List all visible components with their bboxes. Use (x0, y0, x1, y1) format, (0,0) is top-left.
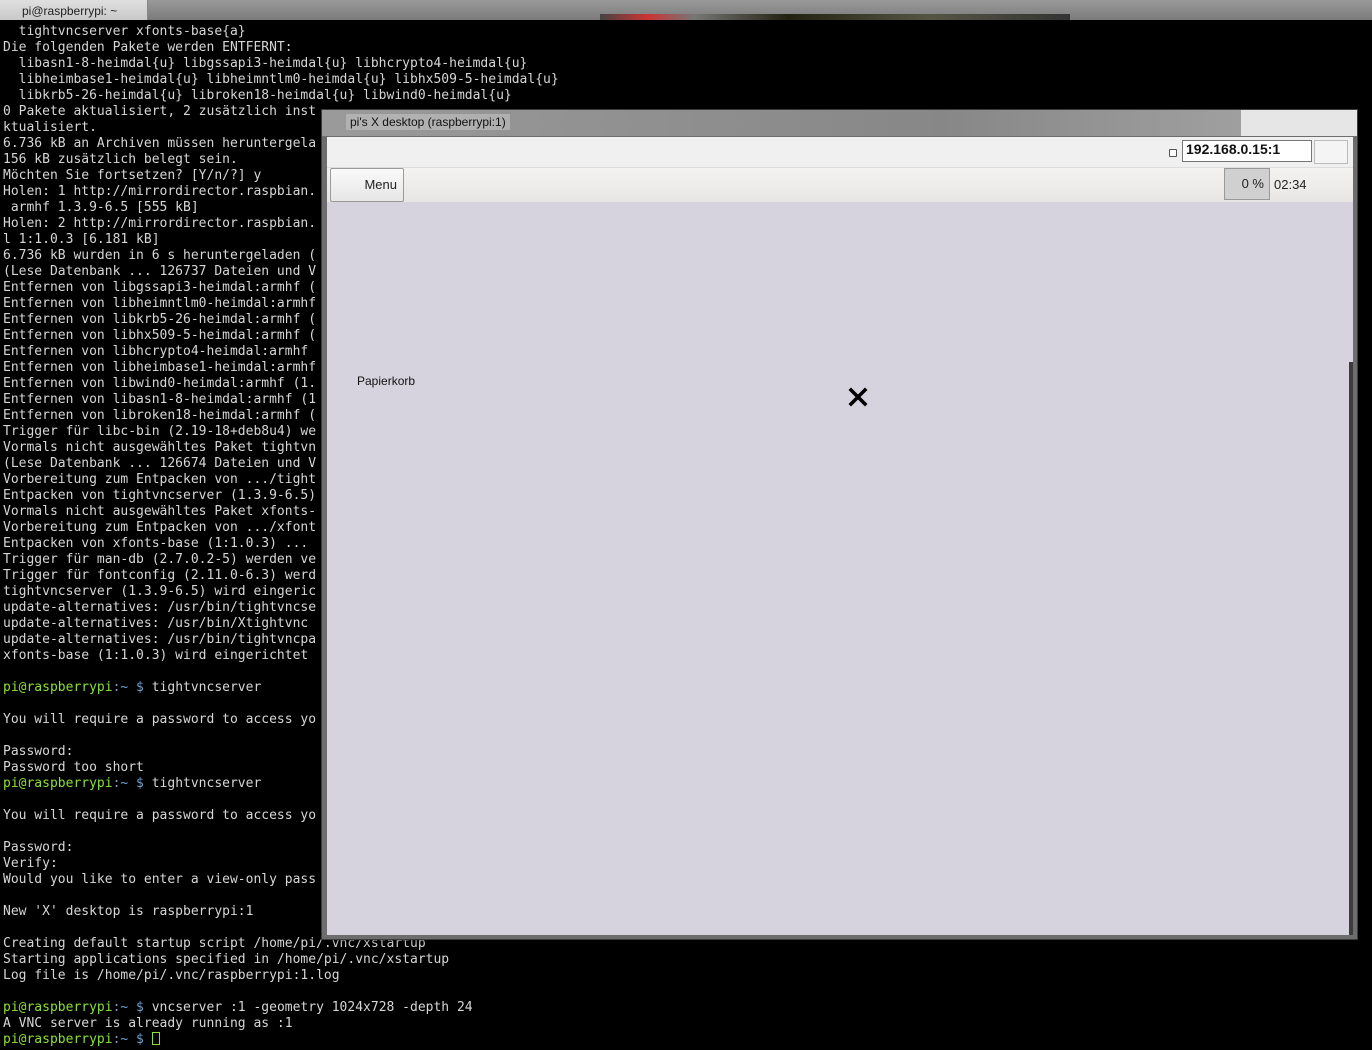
command-text: tightvncserver (151, 680, 262, 695)
trash-icon-label[interactable]: Papierkorb (357, 374, 415, 388)
prompt-path: :~ $ (112, 1032, 152, 1047)
output-text: 6.736 kB an Archiven müssen heruntergela (3, 136, 317, 151)
output-text: Vormals nicht ausgewähltes Paket tightvn (3, 440, 317, 455)
x-cursor-icon (848, 387, 868, 407)
output-text: 156 kB zusätzlich belegt sein. (3, 152, 238, 167)
toolbar-button[interactable] (1314, 140, 1348, 164)
output-text: l 1:1.0.3 [6.181 kB] (3, 232, 160, 247)
output-text: Trigger für man-db (2.7.0.2-5) werden ve (3, 552, 317, 567)
output-text: Entpacken von tightvncserver (1.3.9-6.5) (3, 488, 317, 503)
output-text: libasn1-8-heimdal{u} libgssapi3-heimdal{… (3, 56, 528, 71)
output-text: Log file is /home/pi/.vnc/raspberrypi:1.… (3, 968, 340, 983)
output-text: tightvncserver (1.3.9-6.5) wird eingeric (3, 584, 317, 599)
output-text: Starting applications specified in /home… (3, 952, 450, 967)
remote-desktop[interactable]: 192.168.0.15:1 Menu 0 % 02:34 Papierkorb (327, 137, 1353, 935)
connection-status-icon (1169, 149, 1177, 157)
output-text: Trigger für fontconfig (2.11.0-6.3) werd (3, 568, 317, 583)
output-text: Die folgenden Pakete werden ENTFERNT: (3, 40, 293, 55)
server-address-field[interactable]: 192.168.0.15:1 (1182, 140, 1312, 162)
terminal-line: Die folgenden Pakete werden ENTFERNT: (3, 40, 1369, 56)
terminal-line: libheimbase1-heimdal{u} libheimntlm0-hei… (3, 72, 1369, 88)
output-text: Entfernen von libheimbase1-heimdal:armhf (3, 360, 317, 375)
output-text: Entfernen von libasn1-8-heimdal:armhf (1 (3, 392, 317, 407)
output-text: Holen: 1 http://mirrordirector.raspbian. (3, 184, 317, 199)
vnc-window-title: pi's X desktop (raspberrypi:1) (346, 114, 510, 130)
prompt-user: pi@raspberrypi (3, 776, 113, 791)
titlebar-controls-area (1241, 110, 1357, 136)
output-text: Entfernen von libkrb5-26-heimdal:armhf ( (3, 312, 317, 327)
output-text: Möchten Sie fortsetzen? [Y/n/?] y (3, 168, 262, 183)
terminal-cursor (151, 1032, 160, 1045)
output-text: update-alternatives: /usr/bin/tightvncse (3, 600, 317, 615)
output-text: Entfernen von libgssapi3-heimdal:armhf ( (3, 280, 317, 295)
terminal-line: pi@raspberrypi:~ $ (3, 1032, 1369, 1048)
output-text: xfonts-base (1:1.0.3) wird eingerichtet (3, 648, 317, 663)
output-text: Vorbereitung zum Entpacken von .../xfont (3, 520, 317, 535)
output-text: Vormals nicht ausgewähltes Paket xfonts- (3, 504, 317, 519)
output-text: armhf 1.3.9-6.5 [555 kB] (3, 200, 199, 215)
terminal-line: pi@raspberrypi:~ $ vncserver :1 -geometr… (3, 1000, 1369, 1016)
output-text: Vorbereitung zum Entpacken von .../tight (3, 472, 317, 487)
prompt-path: :~ $ (112, 1000, 152, 1015)
output-text: Password: (3, 840, 74, 855)
menu-button[interactable]: Menu (330, 168, 404, 202)
output-text: You will require a password to access yo (3, 808, 317, 823)
vnc-scroll-edge (1349, 362, 1353, 935)
terminal-line: libasn1-8-heimdal{u} libgssapi3-heimdal{… (3, 56, 1369, 72)
output-text: Entfernen von libheimntlm0-heimdal:armhf (3, 296, 317, 311)
output-text: (Lese Datenbank ... 126737 Dateien und V (3, 264, 317, 279)
output-text: Entfernen von libhcrypto4-heimdal:armhf (3, 344, 309, 359)
prompt-path: :~ $ (112, 776, 152, 791)
terminal-line: Starting applications specified in /home… (3, 952, 1369, 968)
output-text: Trigger für libc-bin (2.19-18+deb8u4) we (3, 424, 317, 439)
output-text: Password too short (3, 760, 144, 775)
command-text: tightvncserver (151, 776, 262, 791)
terminal-line: Log file is /home/pi/.vnc/raspberrypi:1.… (3, 968, 1369, 984)
vnc-titlebar[interactable]: pi's X desktop (raspberrypi:1) (322, 110, 1357, 136)
output-text: ktualisiert. (3, 120, 97, 135)
output-text: (Lese Datenbank ... 126674 Dateien und V (3, 456, 317, 471)
output-text: tightvncserver xfonts-base{a} (3, 24, 246, 39)
desktop-panel: Menu 0 % 02:34 (327, 168, 1353, 202)
output-text: New 'X' desktop is raspberrypi:1 (3, 904, 254, 919)
output-text: Would you like to enter a view-only pass (3, 872, 317, 887)
output-text: Holen: 2 http://mirrordirector.raspbian. (3, 216, 317, 231)
cpu-usage-monitor: 0 % (1224, 168, 1270, 200)
output-text: Entpacken von xfonts-base (1:1.0.3) ... (3, 536, 309, 551)
background-preview-strip (600, 14, 1070, 20)
output-text: Password: (3, 744, 74, 759)
output-text: 6.736 kB wurden in 6 s heruntergeladen ( (3, 248, 317, 263)
panel-clock[interactable]: 02:34 (1274, 168, 1307, 202)
output-text: Entfernen von libhx509-5-heimdal:armhf ( (3, 328, 317, 343)
output-text: libkrb5-26-heimdal{u} libroken18-heimdal… (3, 88, 512, 103)
output-text: 0 Pakete aktualisiert, 2 zusätzlich inst (3, 104, 317, 119)
output-text: A VNC server is already running as :1 (3, 1016, 293, 1031)
command-text: vncserver :1 -geometry 1024x728 -depth 2… (151, 1000, 473, 1015)
output-text: You will require a password to access yo (3, 712, 317, 727)
terminal-line: tightvncserver xfonts-base{a} (3, 24, 1369, 40)
output-text: update-alternatives: /usr/bin/Xtightvnc (3, 616, 317, 631)
prompt-user: pi@raspberrypi (3, 680, 113, 695)
prompt-path: :~ $ (112, 680, 152, 695)
vnc-viewer-window[interactable]: pi's X desktop (raspberrypi:1) 192.168.0… (321, 109, 1358, 940)
output-text: Verify: (3, 856, 58, 871)
terminal-line: libkrb5-26-heimdal{u} libroken18-heimdal… (3, 88, 1369, 104)
prompt-user: pi@raspberrypi (3, 1000, 113, 1015)
taskbar-strip: pi@raspberrypi: ~ (0, 0, 1372, 20)
terminal-window-tab[interactable]: pi@raspberrypi: ~ (0, 0, 148, 20)
output-text: Entfernen von libwind0-heimdal:armhf (1. (3, 376, 317, 391)
terminal-line: A VNC server is already running as :1 (3, 1016, 1369, 1032)
prompt-user: pi@raspberrypi (3, 1032, 113, 1047)
vnc-toolbar: 192.168.0.15:1 (327, 137, 1353, 168)
output-text: libheimbase1-heimdal{u} libheimntlm0-hei… (3, 72, 559, 87)
output-text: Entfernen von libroken18-heimdal:armhf ( (3, 408, 317, 423)
output-text: update-alternatives: /usr/bin/tightvncpa (3, 632, 317, 647)
